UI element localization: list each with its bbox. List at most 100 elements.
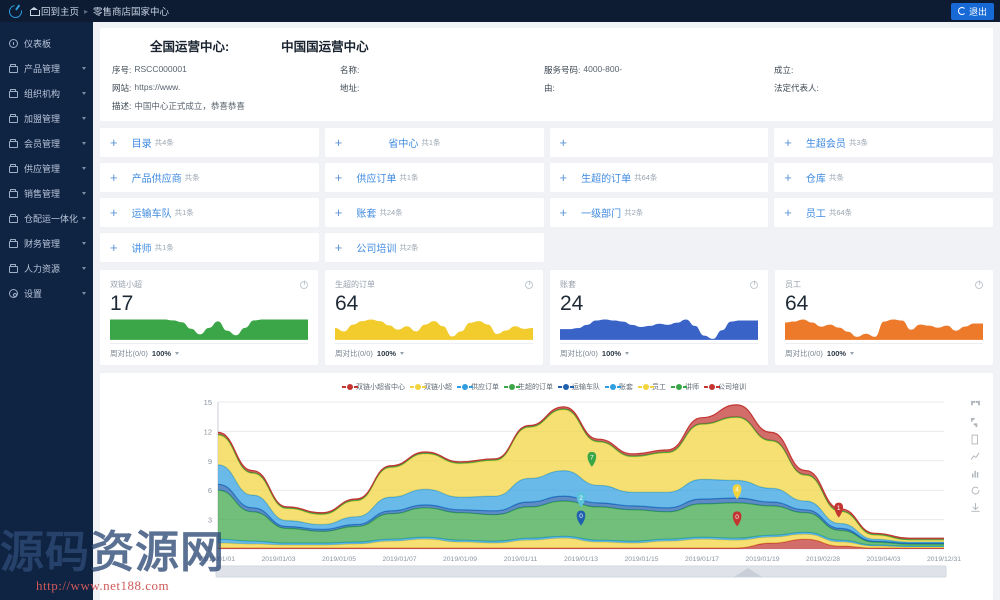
legend-label: 运输车队: [572, 384, 600, 391]
chart-body[interactable]: 0 3 6 9 12 15 2019/01/01 2019/01/03 2019/01/05 20…: [108, 394, 985, 579]
home-icon: [30, 7, 40, 16]
sidebar-item-2[interactable]: 组织机构: [0, 81, 93, 106]
x-axis-tick: 2019/04/03: [866, 556, 900, 563]
add-entity-row[interactable]: + 省中心 共1条: [324, 128, 544, 157]
sidebar-item-10[interactable]: 设置: [0, 281, 93, 306]
sidebar-item-1[interactable]: 产品管理: [0, 56, 93, 81]
x-axis-tick: 2019/01/15: [624, 556, 658, 563]
sidebar-item-5[interactable]: 供应管理: [0, 156, 93, 181]
stat-card-footer: 周对比(0/0) 100%: [785, 343, 983, 359]
add-entity-label: 员工: [805, 209, 826, 220]
chevron-down-icon: [82, 67, 86, 70]
plus-icon: +: [110, 135, 118, 150]
info-field-value: https://www.: [134, 82, 181, 92]
info-circle-icon[interactable]: [525, 280, 533, 289]
plus-icon: +: [559, 205, 568, 220]
add-entity-row[interactable]: +: [549, 128, 769, 157]
sidebar-item-8[interactable]: 财务管理: [0, 231, 93, 256]
info-field-key: 地址:: [340, 83, 360, 93]
info-field-key: 名称:: [340, 65, 360, 75]
add-entity-row[interactable]: + 账套 共24条: [324, 198, 544, 227]
add-entity-row[interactable]: + 员工 共64条: [774, 198, 993, 227]
add-entity-count: 共1条: [154, 243, 174, 252]
info-circle-icon[interactable]: [975, 280, 983, 289]
add-entity-row[interactable]: + 仓库 共条: [774, 163, 993, 192]
plus-icon: +: [334, 135, 343, 150]
legend-item[interactable]: 双链小超: [410, 382, 452, 392]
add-entity-row[interactable]: + 目录 共4条: [100, 128, 319, 157]
org-name-title: 中国国运营中心: [281, 40, 369, 54]
sidebar-item-label: 仓配运一体化: [24, 214, 79, 224]
add-entity-row[interactable]: + 生超会员 共3条: [774, 128, 993, 157]
add-entity-row[interactable]: + 供应订单 共1条: [324, 163, 544, 192]
add-entity-grid: + 目录 共4条 + 产品供应商 共条 + 运输车队 共1条 + 讲师 共1条 + 省中心 共1条 + 供应订单…: [100, 128, 993, 262]
line-chart-icon[interactable]: [970, 451, 981, 462]
legend-item[interactable]: 账套: [605, 382, 633, 392]
stat-card-title: 双链小超: [110, 280, 142, 289]
sidebar-item-label: 供应管理: [24, 164, 61, 174]
stat-card-compare-label: 周对比(0/0): [110, 349, 148, 358]
chart-legend[interactable]: 双链小超省中心 双链小超 供应订单 生超的订单 运输车队 账套 员工 讲师 公司培训: [108, 380, 985, 394]
add-entity-row[interactable]: + 讲师 共1条: [100, 233, 319, 262]
sidebar-item-4[interactable]: 会员管理: [0, 131, 93, 156]
data-view-icon[interactable]: [970, 434, 981, 445]
download-icon[interactable]: [970, 502, 981, 513]
restore-icon[interactable]: [970, 400, 981, 411]
breadcrumb[interactable]: 零售商店国家中心: [93, 4, 169, 18]
y-axis-tick: 6: [208, 486, 212, 495]
chevron-down-icon: [82, 242, 86, 245]
add-entity-row[interactable]: + 产品供应商 共条: [100, 163, 319, 192]
add-entity-column: + 生超会员 共3条 + 仓库 共条 + 员工 共64条: [774, 128, 993, 262]
legend-marker-icon: [704, 384, 720, 390]
plus-icon: +: [110, 205, 118, 220]
x-axis-tick: 2019/01/07: [382, 556, 416, 563]
legend-marker-icon: [342, 384, 358, 390]
zoom-rect-icon[interactable]: [970, 417, 981, 428]
sidebar-item-3[interactable]: 加盟管理: [0, 106, 93, 131]
sidebar-item-label: 人力资源: [24, 264, 61, 274]
legend-item[interactable]: 供应订单: [457, 382, 499, 392]
add-entity-label: 运输车队: [131, 209, 172, 220]
trend-chart-panel: 双链小超省中心 双链小超 供应订单 生超的订单 运输车队 账套 员工 讲师 公司培训 0 3 6 9 1…: [100, 373, 993, 600]
info-field: 描述: 中国中心正式成立，恭喜恭喜: [112, 100, 340, 112]
info-circle-icon[interactable]: [750, 280, 758, 289]
info-circle-icon[interactable]: [300, 280, 308, 289]
sidebar-item-7[interactable]: 仓配运一体化: [0, 206, 93, 231]
add-entity-row[interactable]: + 运输车队 共1条: [100, 198, 319, 227]
home-label: 回到主页: [41, 7, 80, 18]
legend-item[interactable]: 运输车队: [558, 382, 600, 392]
org-info-grid: 序号: RSCC000001 名称: 服务号码: 4000-800- 成立: 网站: http…: [112, 64, 981, 112]
bar-chart-icon[interactable]: [970, 468, 981, 479]
add-entity-row[interactable]: + 生超的订单 共64条: [549, 163, 769, 192]
add-entity-row[interactable]: + 公司培训 共2条: [324, 233, 544, 262]
sidebar-item-0[interactable]: 仪表板: [0, 31, 93, 56]
info-field-key: 描述:: [112, 101, 132, 111]
legend-item[interactable]: 讲师: [671, 382, 699, 392]
datazoom-track[interactable]: [215, 565, 947, 578]
info-field-value: 中国中心正式成立，恭喜恭喜: [134, 101, 245, 111]
stat-card-footer: 周对比(0/0) 100%: [110, 343, 308, 359]
sidebar-item-label: 设置: [24, 289, 43, 299]
home-link[interactable]: 回到主页: [30, 4, 79, 18]
stat-card-title: 账套: [560, 280, 576, 289]
chart-toolbox[interactable]: [970, 400, 981, 513]
folder-icon: [9, 114, 18, 123]
stat-card: 生超的订单 64 周对比(0/0)100%: [325, 270, 543, 365]
exit-button[interactable]: 退出: [950, 2, 994, 20]
stat-card-compare-label: 周对比(0/0): [560, 349, 598, 358]
add-entity-row[interactable]: + 一级部门 共2条: [549, 198, 769, 227]
legend-item[interactable]: 员工: [638, 382, 666, 392]
legend-item[interactable]: 生超的订单: [504, 382, 553, 392]
legend-label: 讲师: [685, 384, 699, 391]
refresh-icon[interactable]: [970, 485, 981, 496]
legend-item[interactable]: 公司培训: [704, 382, 746, 392]
caret-down-icon: [850, 352, 855, 355]
plus-icon: +: [559, 170, 568, 185]
info-field: 由:: [544, 82, 774, 94]
add-entity-label: 供应订单: [356, 174, 397, 185]
sidebar-item-9[interactable]: 人力资源: [0, 256, 93, 281]
legend-item[interactable]: 双链小超省中心: [342, 382, 405, 392]
x-axis-tick: 2019/02/28: [806, 556, 840, 563]
sidebar-item-6[interactable]: 销售管理: [0, 181, 93, 206]
x-axis-tick: 2019/01/01: [201, 556, 235, 563]
